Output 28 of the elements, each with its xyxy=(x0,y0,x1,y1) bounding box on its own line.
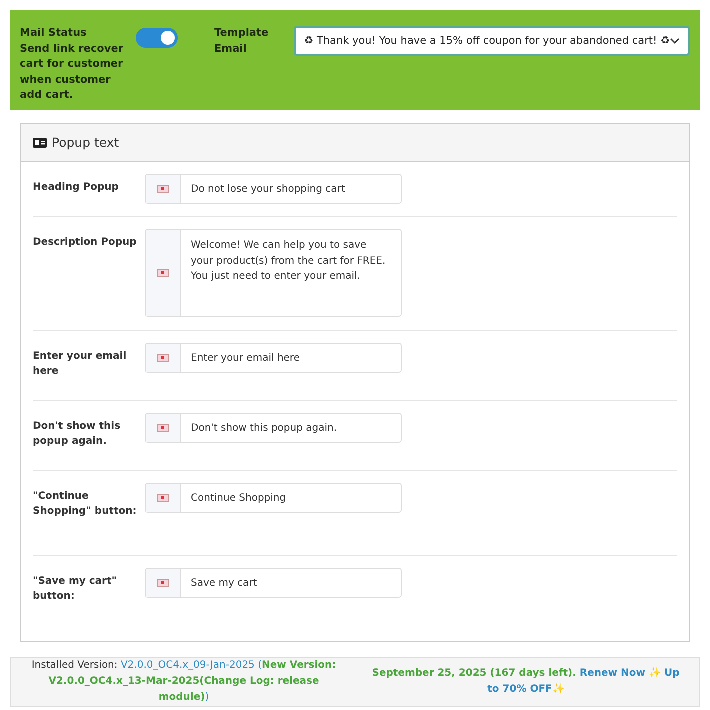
panel-title: Popup text xyxy=(52,135,120,150)
version-info: Installed Version: V2.0.0_OC4.x_09-Jan-2025 (New Version: V2.0.0_OC4.x_13-Mar-2025(Change Log: release module)) xyxy=(30,659,338,705)
input-field[interactable]: Save my cart xyxy=(145,568,402,598)
mail-status-description: Send link recover cart for customer when customer add cart. xyxy=(20,42,124,103)
input-field[interactable]: Don't show this popup again. xyxy=(145,413,402,443)
field-label: "Save my cart" button: xyxy=(33,575,118,604)
flag-icon xyxy=(157,494,169,502)
field-label: Description Popup xyxy=(33,236,138,250)
field-label: "Continue Shopping" button: xyxy=(33,490,138,519)
field-label: Don't show this popup again. xyxy=(33,420,122,449)
license-info: September 25, 2025 (167 days left). Renew Now ✨ Up to 70% OFF✨ xyxy=(371,666,681,697)
textarea-field[interactable]: Welcome! We can help you to save your product(s) from the cart for FREE. You just need to enter your email. xyxy=(145,229,402,317)
template-email-select[interactable]: ♻ Thank you! You have a 15% off coupon for your abandoned cart! ♻ xyxy=(294,26,690,56)
field-label: Heading Popup xyxy=(33,181,120,195)
id-card-icon xyxy=(33,138,47,148)
flag-icon xyxy=(157,354,169,362)
flag-icon xyxy=(157,579,169,587)
input-field[interactable]: Enter your email here xyxy=(145,343,402,373)
flag-icon xyxy=(157,185,169,193)
input-field[interactable]: Do not lose your shopping cart xyxy=(145,174,402,204)
flag-icon xyxy=(157,269,169,277)
mail-status-toggle[interactable] xyxy=(136,28,178,48)
flag-icon xyxy=(157,424,169,432)
input-field[interactable]: Continue Shopping xyxy=(145,483,402,513)
mail-status-label: Mail Status xyxy=(20,26,88,41)
template-email-label: Template Email xyxy=(214,26,270,56)
field-label: Enter your email here xyxy=(33,350,128,379)
chevron-down-icon xyxy=(670,38,680,44)
